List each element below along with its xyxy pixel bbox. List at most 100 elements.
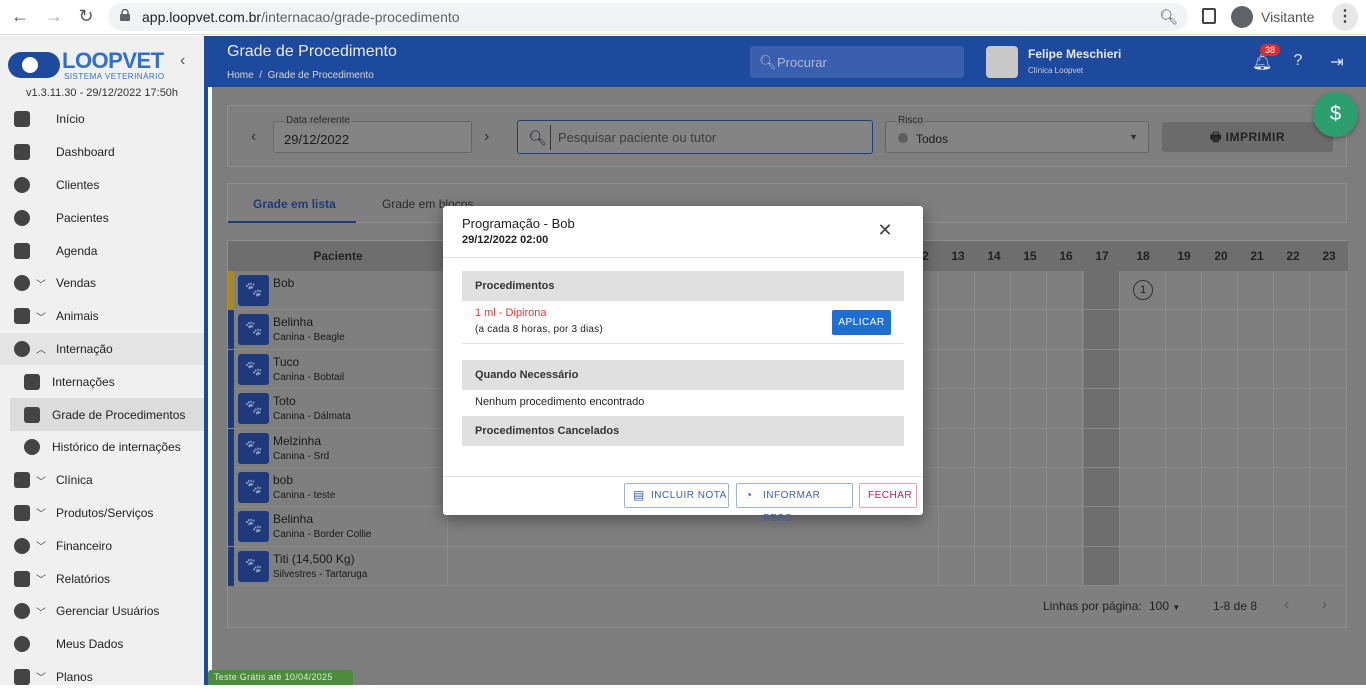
zoom-icon[interactable]: 🔍︎ [1159, 8, 1178, 26]
sidebar-item-historico[interactable]: Histórico de internações [0, 431, 204, 464]
cancelled-section-header: Procedimentos Cancelados [462, 416, 904, 446]
hour-header: 19 [1177, 249, 1191, 263]
print-button[interactable]: 🖶 IMPRIMIR [1162, 122, 1333, 152]
sidebar-item-animais[interactable]: ﹀ Animais [0, 300, 204, 333]
patient-name: bob [273, 473, 294, 487]
printer-icon: 🖶 [1209, 130, 1222, 144]
risk-select[interactable]: Risco Todos ▼ [885, 115, 1149, 153]
risk-value: Todos [916, 132, 949, 146]
rows-per-page-select[interactable]: 100 ▼ [1149, 599, 1180, 613]
page-title: Grade de Procedimento [227, 43, 397, 60]
chevron-down-icon: ﹀ [36, 509, 46, 521]
forward-icon[interactable]: → [42, 6, 66, 27]
help-icon[interactable]: ? [1289, 52, 1307, 70]
breadcrumb: Home / Grade de Procedimento [227, 70, 374, 81]
sidebar-item-relatorios[interactable]: ﹀ Relatórios [0, 562, 204, 595]
home-icon [14, 111, 30, 128]
risk-bar [228, 310, 234, 350]
procedure-count-badge[interactable]: 1 [1133, 280, 1153, 300]
sidebar-menu: Início Dashboard Clientes Pacientes Agen… [0, 103, 204, 693]
sidebar-item-produtos[interactable]: ﹀ Produtos/Serviços [0, 497, 204, 530]
patient-name: Belinha [273, 512, 314, 527]
next-page-icon[interactable]: › [1322, 596, 1327, 613]
url-path: /internacao/grade-procedimento [261, 9, 460, 25]
paw-icon: 🐾︎ [238, 275, 269, 306]
paw-icon: 🐾︎ [238, 432, 269, 464]
profile-avatar-icon [1231, 6, 1253, 28]
collapse-sidebar-icon[interactable]: ‹ [180, 52, 185, 70]
close-icon[interactable]: ✕ [875, 220, 895, 240]
sidebar-item-label: Internação [56, 341, 113, 356]
sidebar-item-clinica[interactable]: ﹀ Clínica [0, 464, 204, 497]
prev-date-icon[interactable]: ‹ [251, 128, 256, 146]
avatar [986, 46, 1018, 78]
sidebar-item-dashboard[interactable]: Dashboard [0, 136, 204, 169]
sidebar-item-inicio[interactable]: Início [0, 103, 204, 136]
table-row[interactable]: 🐾︎ Titi (14,500 Kg) Silvestres - Tartaruga [228, 546, 1348, 587]
dollar-icon [14, 537, 30, 554]
people-icon [14, 603, 30, 620]
page-range: 1-8 de 8 [1213, 599, 1258, 613]
sidebar-item-internacoes[interactable]: Internações [0, 365, 204, 398]
logout-icon[interactable]: ⇥ [1328, 52, 1346, 71]
sidebar-item-label: Histórico de internações [52, 440, 181, 455]
inform-weight-button[interactable]: ◔ INFORMAR PESO [736, 483, 853, 524]
global-search-input[interactable]: 🔍︎ Procurar [750, 46, 964, 78]
apply-button[interactable]: APLICAR [832, 310, 891, 335]
active-tab-indicator [228, 221, 356, 223]
dialog-datetime: 29/12/2022 02:00 [462, 234, 549, 246]
sidebar-item-label: Início [56, 112, 85, 127]
hour-header: 16 [1059, 249, 1073, 263]
sidebar-item-internacao[interactable]: ︿ Internação [0, 332, 204, 366]
sidebar-item-meus-dados[interactable]: Meus Dados [0, 628, 204, 661]
back-icon[interactable]: ← [8, 6, 32, 27]
reload-icon[interactable]: ↻ [74, 6, 98, 27]
add-note-label: INCLUIR NOTA [651, 490, 727, 501]
dollar-fab-button[interactable]: $ [1313, 92, 1358, 137]
next-date-icon[interactable]: › [484, 128, 489, 146]
sidebar-item-label: Internações [52, 374, 115, 389]
side-panel-icon[interactable] [1202, 8, 1216, 24]
sidebar-item-label: Produtos/Serviços [56, 505, 154, 520]
search-placeholder: Procurar [777, 55, 827, 70]
hour-header: 18 [1136, 249, 1150, 263]
sidebar-item-planos[interactable]: ﹀ Planos [0, 661, 204, 693]
app-header: Grade de Procedimento Home / Grade de Pr… [208, 36, 1366, 87]
breadcrumb-home[interactable]: Home [227, 70, 254, 81]
patient-name: Tuco [273, 354, 300, 369]
breadcrumb-separator: / [259, 70, 263, 81]
rows-per-page-label: Linhas por página: [1043, 599, 1142, 613]
date-field[interactable]: Data referente 29/12/2022 [273, 115, 472, 153]
section-title: Procedimentos Cancelados [475, 425, 620, 437]
sidebar-item-clientes[interactable]: Clientes [0, 169, 204, 202]
patient-search-input[interactable]: 🔍︎ Pesquisar paciente ou tutor [517, 120, 873, 154]
hour-header: 20 [1214, 249, 1228, 263]
patient-species: Canina - teste [273, 490, 336, 501]
chevron-down-icon: ﹀ [36, 607, 46, 619]
risk-bar [228, 428, 234, 468]
prev-page-icon[interactable]: ‹ [1284, 596, 1289, 613]
sidebar-item-pacientes[interactable]: Pacientes [0, 201, 204, 234]
chevron-down-icon: ﹀ [36, 542, 46, 554]
profile-button[interactable]: Visitante [1228, 3, 1326, 31]
sidebar-item-label: Relatórios [56, 571, 111, 586]
sidebar-item-label: Gerenciar Usuários [56, 604, 160, 619]
browser-menu-icon[interactable]: ⋮ [1332, 3, 1358, 31]
folder-icon [14, 308, 30, 325]
add-note-button[interactable]: ▤ INCLUIR NOTA [624, 483, 729, 508]
address-bar[interactable]: app.loopvet.com.br/internacao/grade-proc… [108, 3, 1188, 31]
chevron-down-icon: ﹀ [36, 312, 46, 324]
sidebar-item-usuarios[interactable]: ﹀ Gerenciar Usuários [0, 595, 204, 628]
close-button[interactable]: FECHAR [859, 483, 917, 508]
sidebar-item-agenda[interactable]: Agenda [0, 234, 204, 267]
tab-grade-lista[interactable]: Grade em lista [253, 197, 336, 211]
sidebar-item-grade-procedimentos[interactable]: Grade de Procedimentos [10, 398, 204, 431]
risk-bar [228, 349, 234, 389]
hour-header: 14 [987, 249, 1001, 263]
risk-bar [228, 271, 234, 310]
hour-header: 17 [1095, 249, 1109, 263]
sidebar-item-vendas[interactable]: ﹀ Vendas [0, 267, 204, 300]
sidebar-item-financeiro[interactable]: ﹀ Financeiro [0, 529, 204, 562]
section-title: Procedimentos [475, 280, 555, 292]
schedule-dialog: Programação - Bob 29/12/2022 02:00 ✕ Pro… [443, 206, 923, 524]
